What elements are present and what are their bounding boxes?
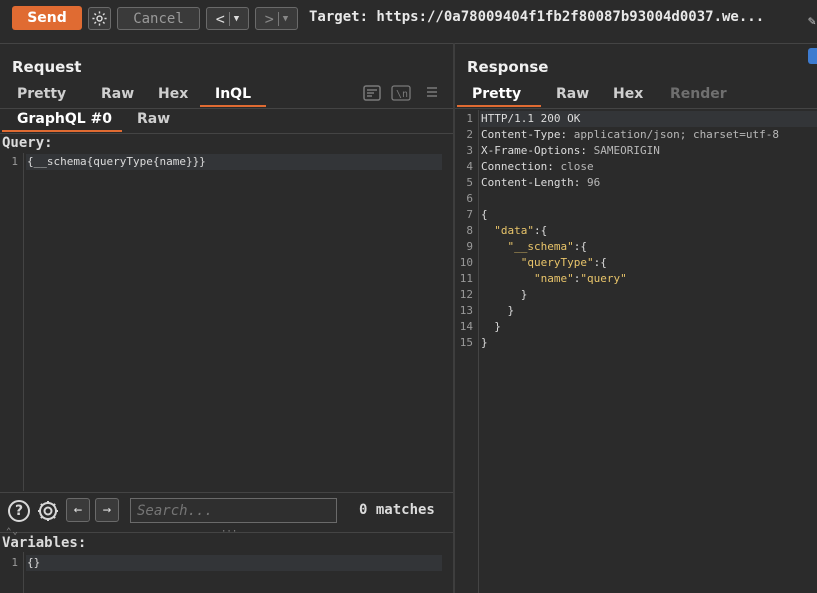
chevron-left-icon: <: [215, 9, 225, 28]
chevron-right-icon: >: [264, 9, 274, 28]
previous-match-button[interactable]: ←: [66, 498, 90, 522]
header-line[interactable]: Content-Length: 96: [481, 175, 600, 191]
line-number: 4: [466, 160, 473, 173]
active-tab-indicator: [200, 105, 266, 107]
response-title: Response: [467, 58, 549, 76]
header-line[interactable]: Content-Type: application/json; charset=…: [481, 127, 779, 143]
search-input[interactable]: [130, 498, 337, 523]
json-line[interactable]: }: [481, 287, 528, 303]
next-match-button[interactable]: →: [95, 498, 119, 522]
json-line[interactable]: }: [481, 319, 501, 335]
line-number: 2: [466, 128, 473, 141]
svg-text:\n: \n: [396, 89, 408, 100]
subtab-raw[interactable]: Raw: [137, 111, 170, 127]
request-title: Request: [12, 58, 82, 76]
active-subtab-indicator: [2, 130, 122, 132]
line-number: 12: [459, 288, 473, 301]
arrow-left-icon: ←: [73, 502, 83, 518]
json-line[interactable]: "data":{: [481, 223, 547, 239]
response-tab-hex[interactable]: Hex: [613, 86, 643, 102]
response-tab-render[interactable]: Render: [670, 86, 727, 102]
line-number: 10: [459, 256, 473, 269]
help-icon[interactable]: ?: [8, 500, 30, 522]
status-line[interactable]: HTTP/1.1 200 OK: [481, 111, 580, 127]
line-number: 3: [466, 144, 473, 157]
response-tab-pretty[interactable]: Pretty: [472, 86, 521, 102]
json-line[interactable]: "queryType":{: [481, 255, 607, 271]
tab-pretty[interactable]: Pretty: [17, 86, 66, 102]
toolbar: Send Cancel < ▼ > ▼ Target: https://0a7800…: [0, 0, 817, 40]
matches-count: 0 matches: [359, 502, 435, 518]
query-editor[interactable]: [0, 153, 453, 491]
resize-handle-icon[interactable]: ···: [221, 527, 237, 537]
wrap-icon[interactable]: [363, 85, 381, 105]
current-line-highlight: [26, 555, 442, 571]
gear-icon[interactable]: [88, 7, 111, 30]
forward-button[interactable]: > ▼: [255, 7, 298, 30]
active-tab-indicator: [457, 105, 541, 107]
divider: [455, 108, 817, 109]
side-badge[interactable]: [808, 48, 817, 64]
back-button[interactable]: < ▼: [206, 7, 249, 30]
line-number: 6: [466, 192, 473, 205]
cancel-button[interactable]: Cancel: [117, 7, 200, 30]
tab-raw[interactable]: Raw: [101, 86, 134, 102]
variables-text[interactable]: {}: [27, 555, 40, 571]
divider: [0, 108, 453, 109]
line-number: 5: [466, 176, 473, 189]
subtab-graphql[interactable]: GraphQL #0: [17, 111, 112, 127]
line-number: 11: [459, 272, 473, 285]
line-number: 14: [459, 320, 473, 333]
response-tab-raw[interactable]: Raw: [556, 86, 589, 102]
variables-label: Variables:: [2, 535, 87, 551]
json-line[interactable]: }: [481, 303, 514, 319]
json-line[interactable]: {: [481, 207, 488, 223]
json-line[interactable]: }: [481, 335, 488, 351]
line-number: 8: [466, 224, 473, 237]
query-label: Query:: [2, 135, 53, 151]
json-line[interactable]: "__schema":{: [481, 239, 587, 255]
divider: [0, 133, 453, 134]
header-line[interactable]: Connection: close: [481, 159, 594, 175]
line-number: 9: [466, 240, 473, 253]
tab-hex[interactable]: Hex: [158, 86, 188, 102]
json-line[interactable]: "name":"query": [481, 271, 627, 287]
line-number: 1: [466, 112, 473, 125]
send-button[interactable]: Send: [12, 6, 82, 30]
line-number: 15: [459, 336, 473, 349]
menu-icon[interactable]: [426, 85, 438, 103]
newline-icon[interactable]: \n: [391, 85, 411, 105]
line-number: 1: [11, 556, 18, 569]
gear-icon[interactable]: [36, 499, 60, 527]
dropdown-caret-icon[interactable]: ▼: [234, 14, 239, 24]
divider: [0, 492, 453, 493]
dropdown-caret-icon[interactable]: ▼: [283, 14, 288, 24]
line-number: 7: [466, 208, 473, 221]
edit-icon[interactable]: ✎: [808, 14, 816, 29]
arrow-right-icon: →: [102, 502, 112, 518]
tab-inql[interactable]: InQL: [215, 86, 251, 102]
line-number: 13: [459, 304, 473, 317]
query-text[interactable]: {__schema{queryType{name}}}: [27, 154, 206, 170]
line-number: 1: [11, 155, 18, 168]
target-url[interactable]: Target: https://0a78009404f1fb2f80087b93…: [309, 9, 764, 25]
header-line[interactable]: X-Frame-Options: SAMEORIGIN: [481, 143, 660, 159]
